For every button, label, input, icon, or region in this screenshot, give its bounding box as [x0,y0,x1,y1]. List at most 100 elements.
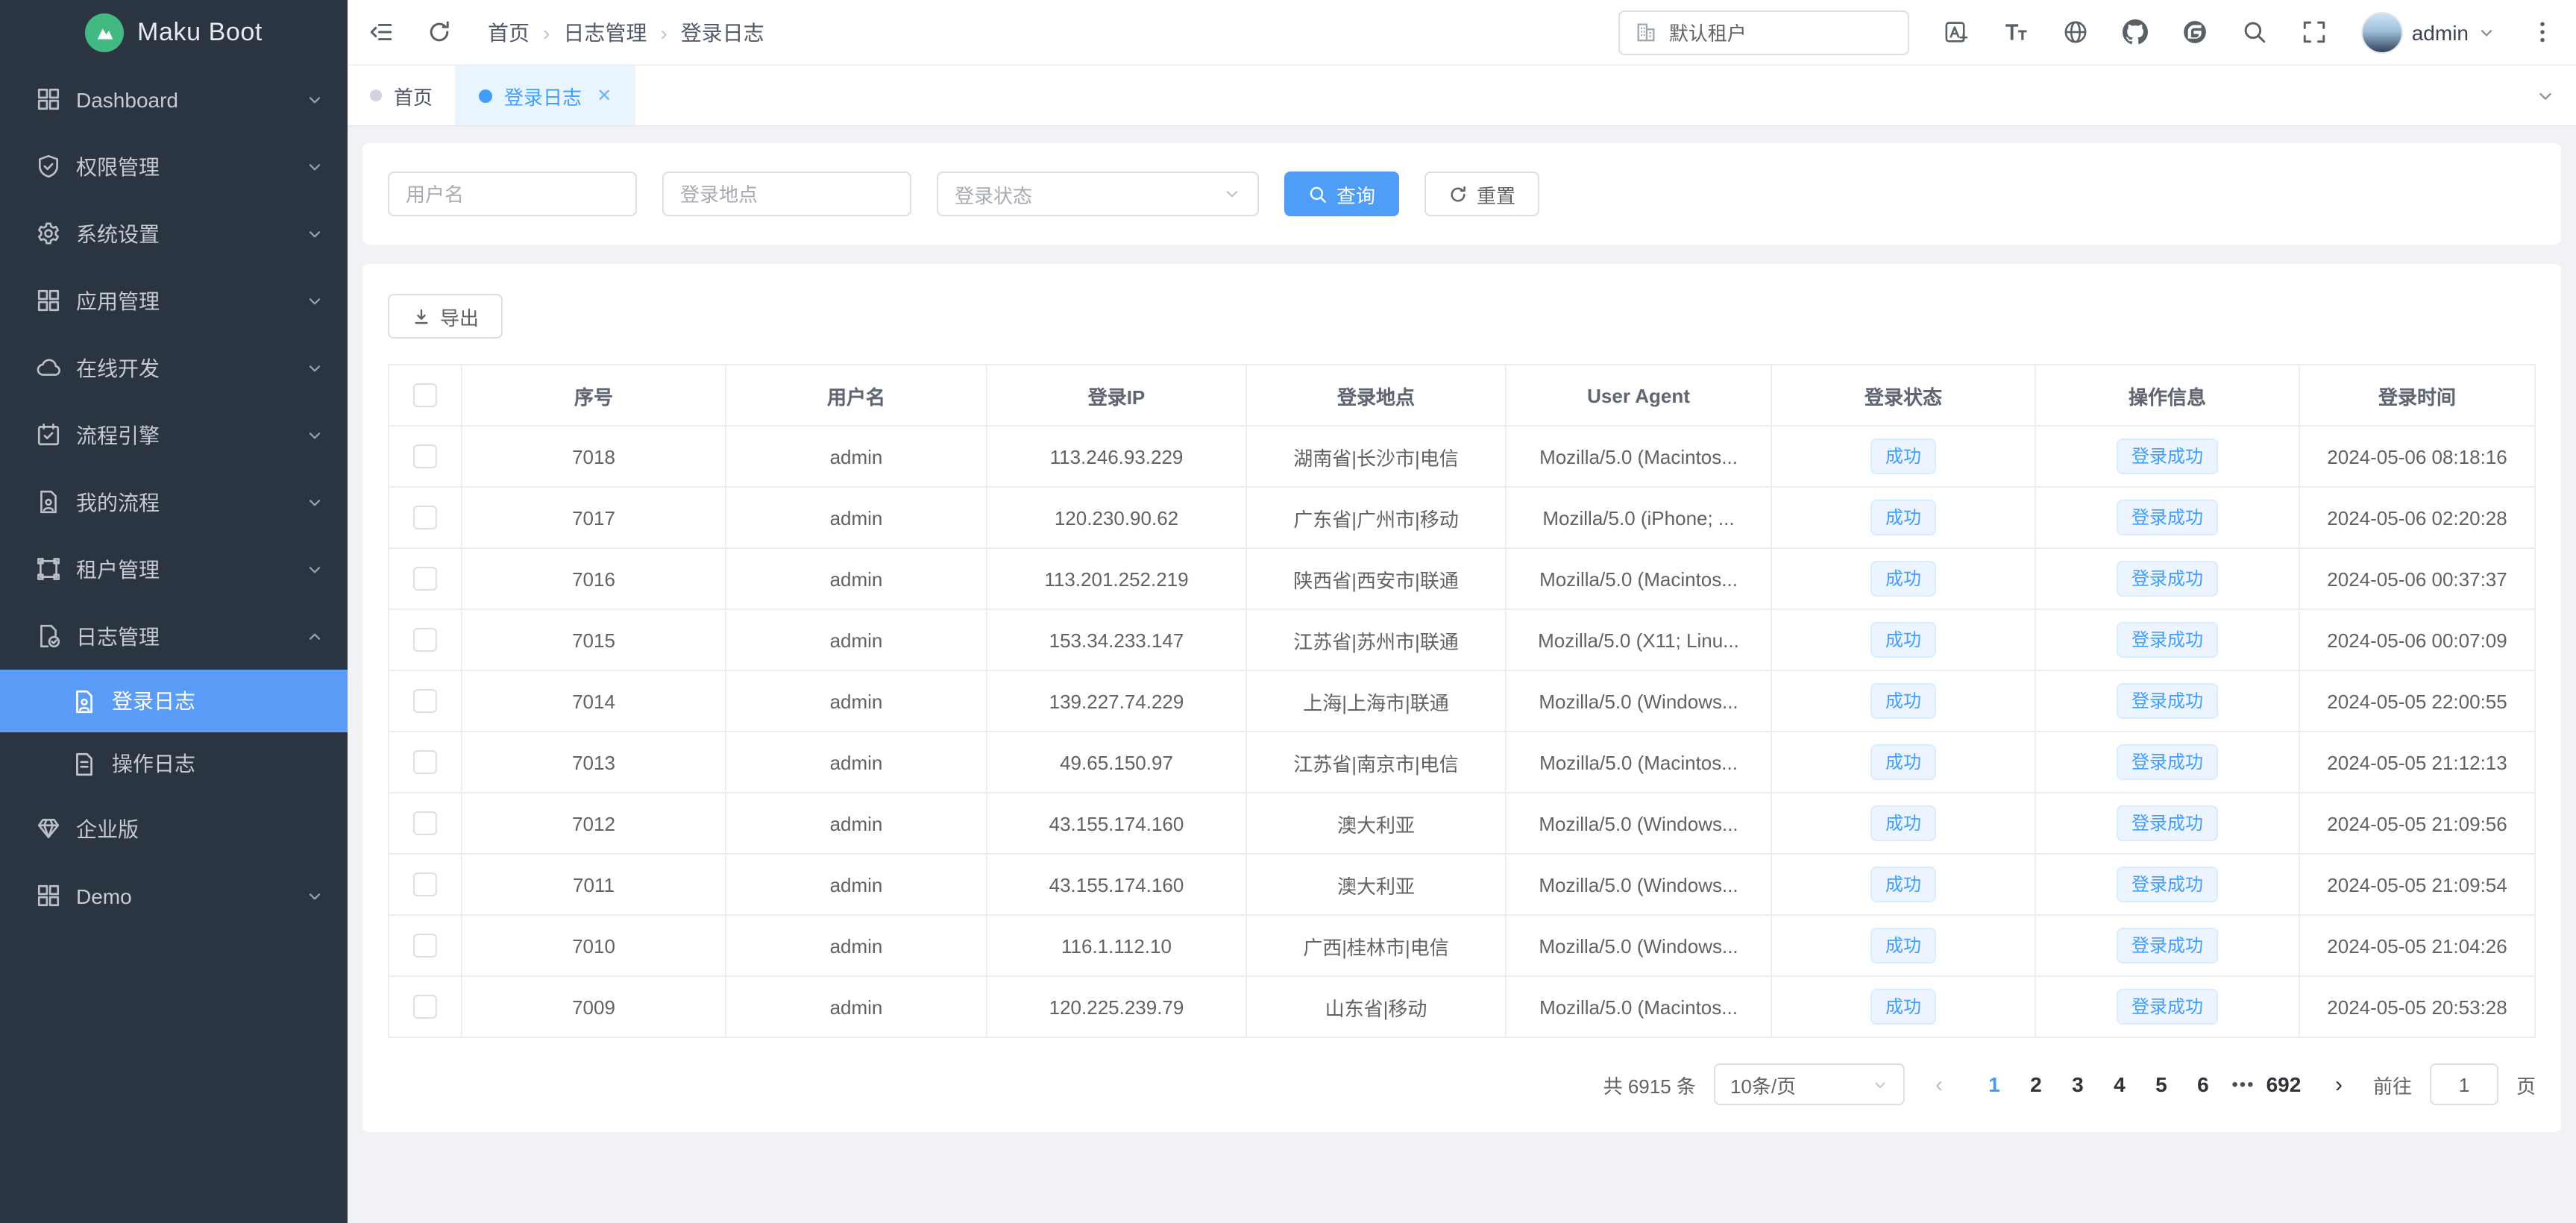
font-size-icon[interactable] [2003,19,2029,45]
row-checkbox[interactable] [413,751,437,775]
sidebar-item-1[interactable]: 权限管理 [0,133,348,200]
cell-user-agent: Mozilla/5.0 (Macintos... [1506,976,1771,1037]
avatar[interactable] [2361,11,2403,53]
next-page-button[interactable]: › [2322,1072,2355,1097]
header-actions: 默认租户 [1618,10,2555,54]
cell-ip: 43.155.174.160 [987,854,1246,915]
sidebar-item-0[interactable]: Dashboard [0,66,348,133]
row-checkbox[interactable] [413,506,437,530]
sidebar-item-9[interactable]: 企业版 [0,795,348,862]
sidebar-item-4[interactable]: 在线开发 [0,334,348,401]
prev-page-button[interactable]: ‹ [1923,1072,1955,1097]
row-checkbox[interactable] [413,445,437,469]
tab-dot [370,89,382,101]
tenant-select[interactable]: 默认租户 [1618,10,1909,54]
search-button[interactable]: 查询 [1284,172,1399,216]
github-icon[interactable] [2123,19,2148,45]
sidebar-item-2[interactable]: 系统设置 [0,200,348,267]
breadcrumb-home[interactable]: 首页 [488,17,530,47]
cell-status: 成功 [1771,854,2035,915]
cell-status: 成功 [1771,793,2035,854]
cell-status: 成功 [1771,732,2035,793]
sidebar-item-10[interactable]: Demo [0,862,348,929]
page-number-list: 123456•••692 [1973,1063,2305,1105]
row-checkbox[interactable] [413,873,437,897]
message-badge: 登录成功 [2117,561,2218,597]
table-row: 7011admin43.155.174.160澳大利亚Mozilla/5.0 (… [389,854,2535,915]
cell-ip: 113.201.252.219 [987,548,1246,609]
collapse-sidebar-icon[interactable] [368,19,394,45]
search-icon[interactable] [2242,19,2267,45]
cell-user-agent: Mozilla/5.0 (Windows... [1506,915,1771,976]
chevron-down-icon [306,90,324,108]
row-checkbox[interactable] [413,568,437,591]
breadcrumb-login-log[interactable]: 登录日志 [681,17,764,47]
sidebar-item-8[interactable]: 日志管理 [0,603,348,670]
cell-user-agent: Mozilla/5.0 (Windows... [1506,670,1771,732]
row-checkbox[interactable] [413,629,437,653]
chevron-down-icon [306,887,324,905]
chevron-down-icon [1872,1076,1888,1092]
page-number-6[interactable]: 6 [2182,1063,2224,1105]
column-header: 用户名 [726,365,987,426]
globe-icon[interactable] [2063,19,2088,45]
cell-user-agent: Mozilla/5.0 (iPhone; ... [1506,487,1771,548]
page-number-2[interactable]: 2 [2015,1063,2057,1105]
status-badge: 成功 [1870,561,1936,597]
sidebar-item-7[interactable]: 租户管理 [0,535,348,603]
goto-page-input[interactable] [2430,1063,2498,1105]
login-status-select[interactable]: 登录状态 [937,172,1259,216]
shield-check-icon [36,154,61,179]
tab-login-log[interactable]: 登录日志 ✕ [456,66,635,125]
breadcrumb-log-management[interactable]: 日志管理 [563,17,647,47]
tab-bar-chevron-icon[interactable] [2515,66,2576,125]
doc-check-icon [36,623,61,649]
page-number-3[interactable]: 3 [2057,1063,2099,1105]
user-menu[interactable]: admin [2361,11,2495,53]
login-location-input[interactable] [662,172,911,216]
cell-status: 成功 [1771,426,2035,487]
page-size-select[interactable]: 10条/页 [1714,1063,1905,1105]
more-pages-icon[interactable]: ••• [2224,1074,2263,1095]
status-badge: 成功 [1870,928,1936,963]
chevron-down-icon [1223,185,1241,203]
page-number-1[interactable]: 1 [1973,1063,2015,1105]
cell-time: 2024-05-06 02:20:28 [2299,487,2535,548]
row-checkbox[interactable] [413,690,437,714]
breadcrumb-separator: › [660,20,667,44]
sidebar-subitem-8-0[interactable]: 登录日志 [0,670,348,732]
tab-home[interactable]: 首页 [348,66,456,125]
kebab-menu-icon[interactable] [2530,19,2555,45]
message-badge: 登录成功 [2117,438,2218,474]
sidebar-item-label: 权限管理 [76,151,160,181]
filter-card: 登录状态 查询 重置 [362,143,2561,245]
export-button[interactable]: 导出 [388,294,503,339]
cell-ip: 113.246.93.229 [987,426,1246,487]
row-checkbox[interactable] [413,934,437,958]
status-badge: 成功 [1870,438,1936,474]
reset-button[interactable]: 重置 [1424,172,1539,216]
page-number-5[interactable]: 5 [2140,1063,2182,1105]
cell-status: 成功 [1771,915,2035,976]
sidebar-subitem-8-1[interactable]: 操作日志 [0,732,348,795]
cell-status: 成功 [1771,976,2035,1037]
sidebar-item-6[interactable]: 我的流程 [0,468,348,535]
page-number-last[interactable]: 692 [2263,1063,2305,1105]
row-checkbox[interactable] [413,996,437,1019]
sidebar-item-label: Dashboard [76,87,178,111]
username-input[interactable] [388,172,637,216]
translate-icon[interactable] [1944,19,1969,45]
tab-dot [479,89,492,102]
chevron-down-icon [306,359,324,377]
page-number-4[interactable]: 4 [2099,1063,2140,1105]
refresh-icon[interactable] [427,19,452,45]
sidebar-item-5[interactable]: 流程引擎 [0,401,348,468]
row-checkbox[interactable] [413,812,437,836]
sidebar-item-3[interactable]: 应用管理 [0,267,348,334]
fullscreen-icon[interactable] [2302,19,2327,45]
tab-close-icon[interactable]: ✕ [597,85,612,106]
row-select-cell [389,670,462,732]
select-all-checkbox[interactable] [413,384,437,408]
login-status-placeholder: 登录状态 [955,180,1032,208]
gitee-icon[interactable] [2182,19,2208,45]
